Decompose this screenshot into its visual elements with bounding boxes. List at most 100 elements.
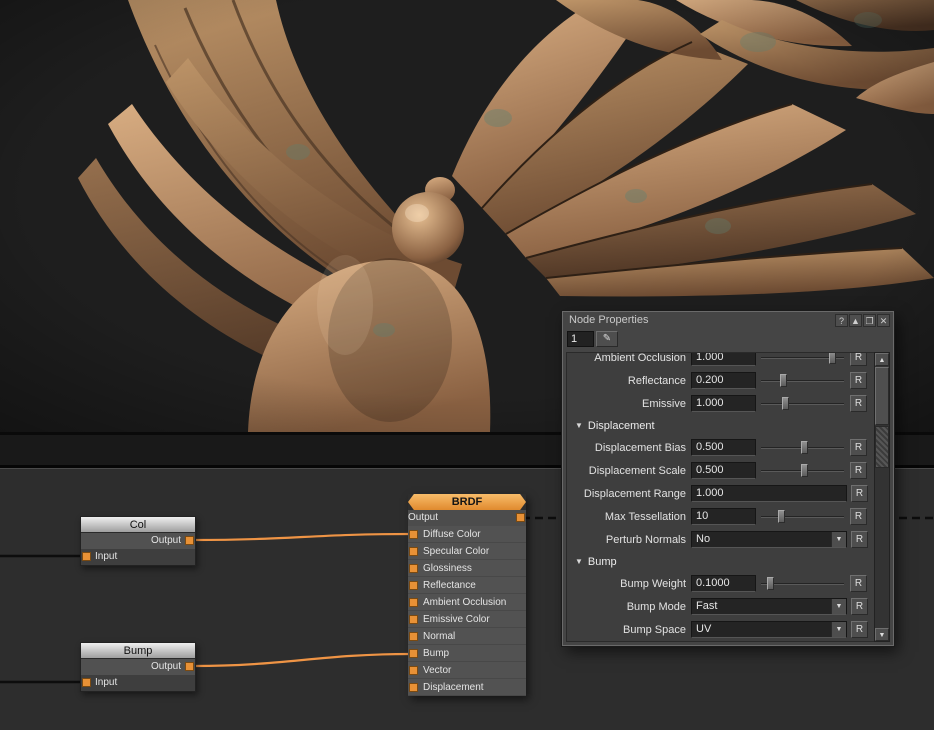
ambient-occlusion-field[interactable]: 1.000 — [691, 352, 756, 366]
max-tessellation-slider[interactable] — [759, 508, 846, 525]
reflectance-slider[interactable] — [759, 372, 846, 389]
brdf-input-glossiness[interactable]: Glossiness — [408, 560, 526, 577]
dock-icon[interactable]: ❐ — [863, 314, 876, 327]
chevron-down-icon[interactable]: ▼ — [831, 599, 846, 614]
index-input[interactable] — [567, 331, 594, 347]
emissive-slider[interactable] — [759, 395, 846, 412]
rollup-icon[interactable]: ▲ — [849, 314, 862, 327]
max-tessellation-field[interactable]: 10 — [691, 508, 756, 525]
brdf-specular-color-connector[interactable] — [409, 547, 418, 556]
edit-button[interactable]: ✎ — [596, 331, 618, 347]
slider-handle[interactable] — [782, 397, 789, 410]
node-col-header[interactable]: Col — [81, 517, 195, 533]
node-brdf-output-row: Output — [408, 510, 526, 526]
property-row-displacement-scale: Displacement Scale 0.500 R — [567, 459, 874, 482]
emissive-field[interactable]: 1.000 — [691, 395, 756, 412]
reset-button[interactable]: R — [850, 508, 867, 525]
reflectance-field[interactable]: 0.200 — [691, 372, 756, 389]
col-input-connector[interactable] — [82, 552, 91, 561]
reset-button[interactable]: R — [851, 485, 868, 502]
bump-input-connector[interactable] — [82, 678, 91, 687]
brdf-input-label: Diffuse Color — [423, 529, 481, 540]
close-icon[interactable]: ✕ — [877, 314, 890, 327]
scrollbar[interactable]: ▲ ▼ — [874, 352, 890, 642]
section-collapse-icon[interactable]: ▼ — [575, 557, 583, 566]
brdf-bump-connector[interactable] — [409, 649, 418, 658]
reset-button[interactable]: R — [850, 439, 867, 456]
reset-button[interactable]: R — [850, 462, 867, 479]
brdf-input-ambient-occlusion[interactable]: Ambient Occlusion — [408, 594, 526, 611]
displacement-scale-field[interactable]: 0.500 — [691, 462, 756, 479]
brdf-normal-connector[interactable] — [409, 632, 418, 641]
slider-handle[interactable] — [829, 352, 836, 364]
brdf-ambient-occlusion-connector[interactable] — [409, 598, 418, 607]
brdf-diffuse-color-connector[interactable] — [409, 530, 418, 539]
displacement-bias-field[interactable]: 0.500 — [691, 439, 756, 456]
slider-track[interactable] — [761, 403, 844, 405]
brdf-glossiness-connector[interactable] — [409, 564, 418, 573]
brdf-input-label: Normal — [423, 631, 455, 642]
perturb-normals-dropdown[interactable]: No ▼ — [691, 531, 847, 548]
col-output-connector[interactable] — [185, 536, 194, 545]
brdf-input-label: Bump — [423, 648, 449, 659]
node-bump[interactable]: Bump Output Input — [80, 642, 196, 692]
help-icon[interactable]: ? — [835, 314, 848, 327]
property-row-max-tessellation: Max Tessellation 10 R — [567, 505, 874, 528]
node-col[interactable]: Col Output Input — [80, 516, 196, 566]
slider-handle[interactable] — [801, 464, 808, 477]
bump-space-dropdown[interactable]: UV ▼ — [691, 621, 847, 638]
bump-output-connector[interactable] — [185, 662, 194, 671]
slider-handle[interactable] — [778, 510, 785, 523]
property-label: Displacement Range — [567, 488, 691, 500]
reset-button[interactable]: R — [850, 372, 867, 389]
brdf-input-specular-color[interactable]: Specular Color — [408, 543, 526, 560]
brdf-input-diffuse-color[interactable]: Diffuse Color — [408, 526, 526, 543]
bump-mode-dropdown[interactable]: Fast ▼ — [691, 598, 847, 615]
node-bump-header[interactable]: Bump — [81, 643, 195, 659]
brdf-vector-connector[interactable] — [409, 666, 418, 675]
section-header-bump[interactable]: ▼ Bump — [567, 551, 874, 572]
slider-handle[interactable] — [801, 441, 808, 454]
brdf-emissive-color-connector[interactable] — [409, 615, 418, 624]
node-col-output-row: Output — [81, 533, 195, 549]
brdf-output-connector[interactable] — [516, 513, 525, 522]
chevron-down-icon[interactable]: ▼ — [831, 532, 846, 547]
reset-button[interactable]: R — [851, 531, 868, 548]
slider-handle[interactable] — [767, 577, 774, 590]
panel-titlebar[interactable]: Node Properties ? ▲ ❐ ✕ — [563, 312, 893, 329]
property-label: Displacement Bias — [567, 442, 691, 454]
reset-button[interactable]: R — [851, 598, 868, 615]
property-row-displacement-range: Displacement Range 1.000 R — [567, 482, 874, 505]
node-brdf-header[interactable]: BRDF — [408, 494, 526, 510]
reset-button[interactable]: R — [850, 395, 867, 412]
section-collapse-icon[interactable]: ▼ — [575, 421, 583, 430]
brdf-reflectance-connector[interactable] — [409, 581, 418, 590]
scroll-down-icon[interactable]: ▼ — [875, 628, 889, 641]
brdf-input-reflectance[interactable]: Reflectance — [408, 577, 526, 594]
brdf-input-bump[interactable]: Bump — [408, 645, 526, 662]
bump-weight-field[interactable]: 0.1000 — [691, 575, 756, 592]
node-brdf[interactable]: BRDF Output Diffuse Color Specular Color… — [408, 494, 526, 696]
brdf-input-normal[interactable]: Normal — [408, 628, 526, 645]
brdf-input-displacement[interactable]: Displacement — [408, 679, 526, 696]
slider-track[interactable] — [761, 516, 844, 518]
reset-button[interactable]: R — [851, 621, 868, 638]
ambient-occlusion-slider[interactable] — [759, 352, 846, 366]
scrollbar-thumb[interactable] — [875, 367, 889, 425]
reset-button[interactable]: R — [850, 352, 867, 366]
displacement-range-field[interactable]: 1.000 — [691, 485, 847, 502]
displacement-scale-slider[interactable] — [759, 462, 846, 479]
brdf-input-label: Ambient Occlusion — [423, 597, 506, 608]
displacement-bias-slider[interactable] — [759, 439, 846, 456]
scroll-up-icon[interactable]: ▲ — [875, 353, 889, 366]
slider-track[interactable] — [761, 380, 844, 382]
brdf-input-vector[interactable]: Vector — [408, 662, 526, 679]
bump-weight-slider[interactable] — [759, 575, 846, 592]
dropdown-value: No — [696, 533, 710, 545]
section-header-displacement[interactable]: ▼ Displacement — [567, 415, 874, 436]
reset-button[interactable]: R — [850, 575, 867, 592]
slider-handle[interactable] — [780, 374, 787, 387]
brdf-displacement-connector[interactable] — [409, 683, 418, 692]
chevron-down-icon[interactable]: ▼ — [831, 622, 846, 637]
brdf-input-emissive-color[interactable]: Emissive Color — [408, 611, 526, 628]
